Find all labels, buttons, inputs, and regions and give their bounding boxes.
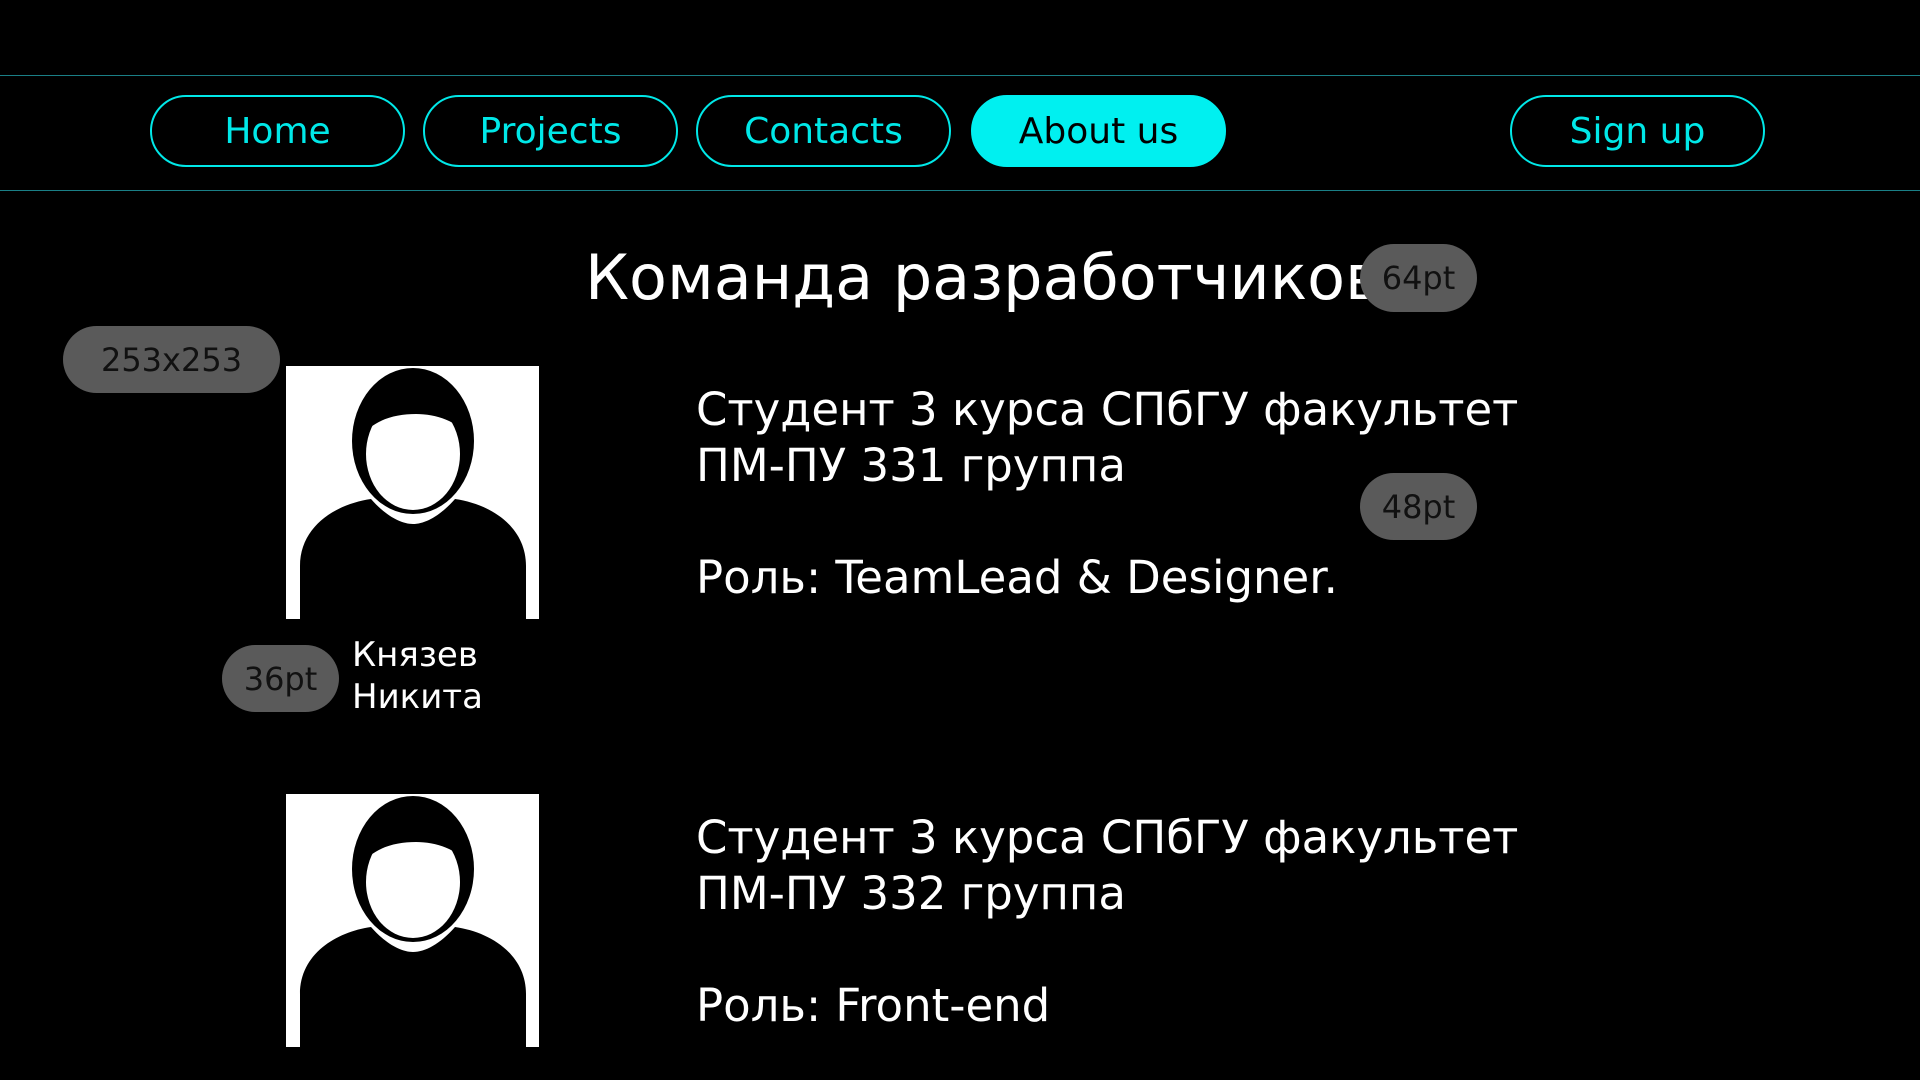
bio-line: Студент 3 курса СПбГУ факультет [696, 383, 1519, 436]
user-silhouette-icon [300, 368, 526, 619]
member-role: Роль: Front-end [696, 979, 1051, 1032]
member-name: Князев Никита [352, 634, 483, 718]
nav-about-button[interactable]: About us [971, 95, 1226, 167]
nav-projects-button[interactable]: Projects [423, 95, 678, 167]
member-avatar [286, 794, 539, 1047]
nav-home-button[interactable]: Home [150, 95, 405, 167]
member-role: Роль: TeamLead & Designer. [696, 551, 1338, 604]
header-divider-top [0, 75, 1920, 76]
bio-line: ПМ-ПУ 332 группа [696, 867, 1126, 920]
signup-button[interactable]: Sign up [1510, 95, 1765, 167]
avatar-size-badge: 253x253 [63, 326, 280, 393]
member-bio: Студент 3 курса СПбГУ факультет ПМ-ПУ 33… [696, 810, 1518, 1034]
title-size-badge: 64pt [1360, 244, 1477, 312]
bio-size-badge: 48pt [1360, 473, 1477, 540]
name-size-badge: 36pt [222, 645, 339, 712]
page-title: Команда разработчиков [585, 241, 1382, 314]
member-name-first-line: Князев [352, 635, 478, 675]
bio-line: Студент 3 курса СПбГУ факультет [696, 811, 1519, 864]
user-silhouette-icon [300, 796, 526, 1047]
member-avatar [286, 366, 539, 619]
header-divider-bottom [0, 190, 1920, 191]
member-name-second-line: Никита [352, 677, 483, 717]
nav-contacts-button[interactable]: Contacts [696, 95, 951, 167]
